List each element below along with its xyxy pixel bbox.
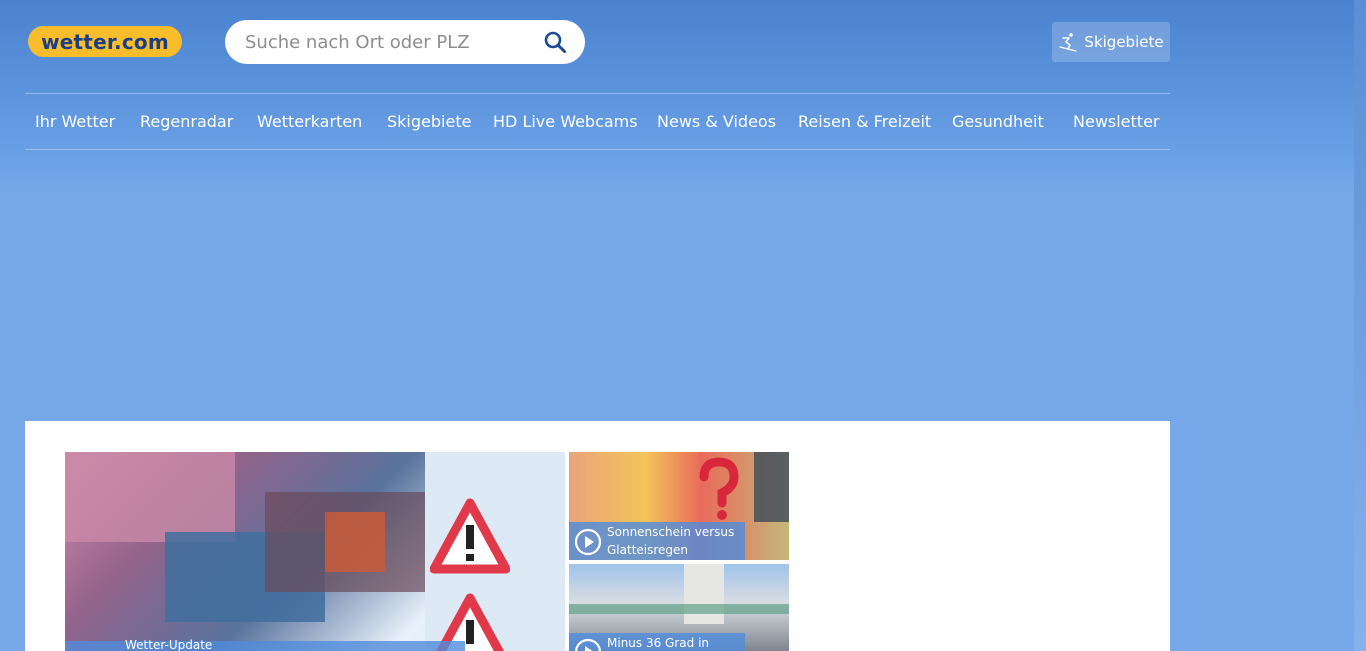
thumbnail-pixel-block (684, 564, 724, 624)
main-video-thumbnail[interactable]: Wetter-Update (65, 452, 565, 651)
thumbnail-pixel-block (569, 604, 789, 614)
nav-item-gesundheit[interactable]: Gesundheit (952, 94, 1044, 150)
main-video-caption: Wetter-Update (65, 638, 465, 651)
ski-areas-button[interactable]: Skigebiete (1052, 22, 1170, 62)
scrollbar[interactable] (1354, 0, 1366, 651)
main-video-title: Wetter-Update (125, 638, 213, 651)
side-video-thumbnail[interactable]: Minus 36 Grad in (569, 564, 789, 651)
logo[interactable]: wetter.com (28, 26, 182, 57)
thumbnail-pixel-block (754, 452, 789, 522)
thumbnail-pixel-block (65, 452, 235, 542)
thumbnail-pixel-block (325, 512, 385, 572)
side-video-title: Minus 36 Grad in (607, 636, 710, 650)
nav-item-news-videos[interactable]: News & Videos (657, 94, 776, 150)
nav-item-skigebiete[interactable]: Skigebiete (387, 94, 471, 150)
side-video-thumbnail[interactable]: Sonnenschein versus Glatteisregen (569, 452, 789, 560)
side-video-title: Sonnenschein versus Glatteisregen (607, 525, 735, 557)
nav-item-newsletter[interactable]: Newsletter (1073, 94, 1160, 150)
main-navigation: Ihr Wetter Regenradar Wetterkarten Skige… (25, 93, 1170, 150)
skier-icon (1059, 33, 1078, 52)
play-icon (574, 528, 602, 556)
search-bar (225, 20, 585, 64)
side-video-caption: Minus 36 Grad in (569, 633, 745, 651)
play-icon (574, 638, 602, 651)
nav-item-wetterkarten[interactable]: Wetterkarten (257, 94, 362, 150)
warning-sign-icon (430, 498, 510, 574)
question-mark-icon (699, 457, 739, 520)
nav-item-hd-live-webcams[interactable]: HD Live Webcams (493, 94, 638, 150)
nav-item-regenradar[interactable]: Regenradar (140, 94, 233, 150)
search-input[interactable] (225, 20, 535, 64)
ski-areas-label: Skigebiete (1084, 33, 1164, 51)
side-video-caption: Sonnenschein versus Glatteisregen (569, 522, 745, 560)
search-button[interactable] (543, 30, 567, 54)
content-panel: Wetter-Update Sonnenschein versus Glatte… (25, 421, 1170, 651)
nav-item-reisen-freizeit[interactable]: Reisen & Freizeit (798, 94, 931, 150)
logo-text: wetter.com (41, 29, 169, 54)
nav-item-ihr-wetter[interactable]: Ihr Wetter (35, 94, 115, 150)
search-icon (544, 31, 566, 53)
